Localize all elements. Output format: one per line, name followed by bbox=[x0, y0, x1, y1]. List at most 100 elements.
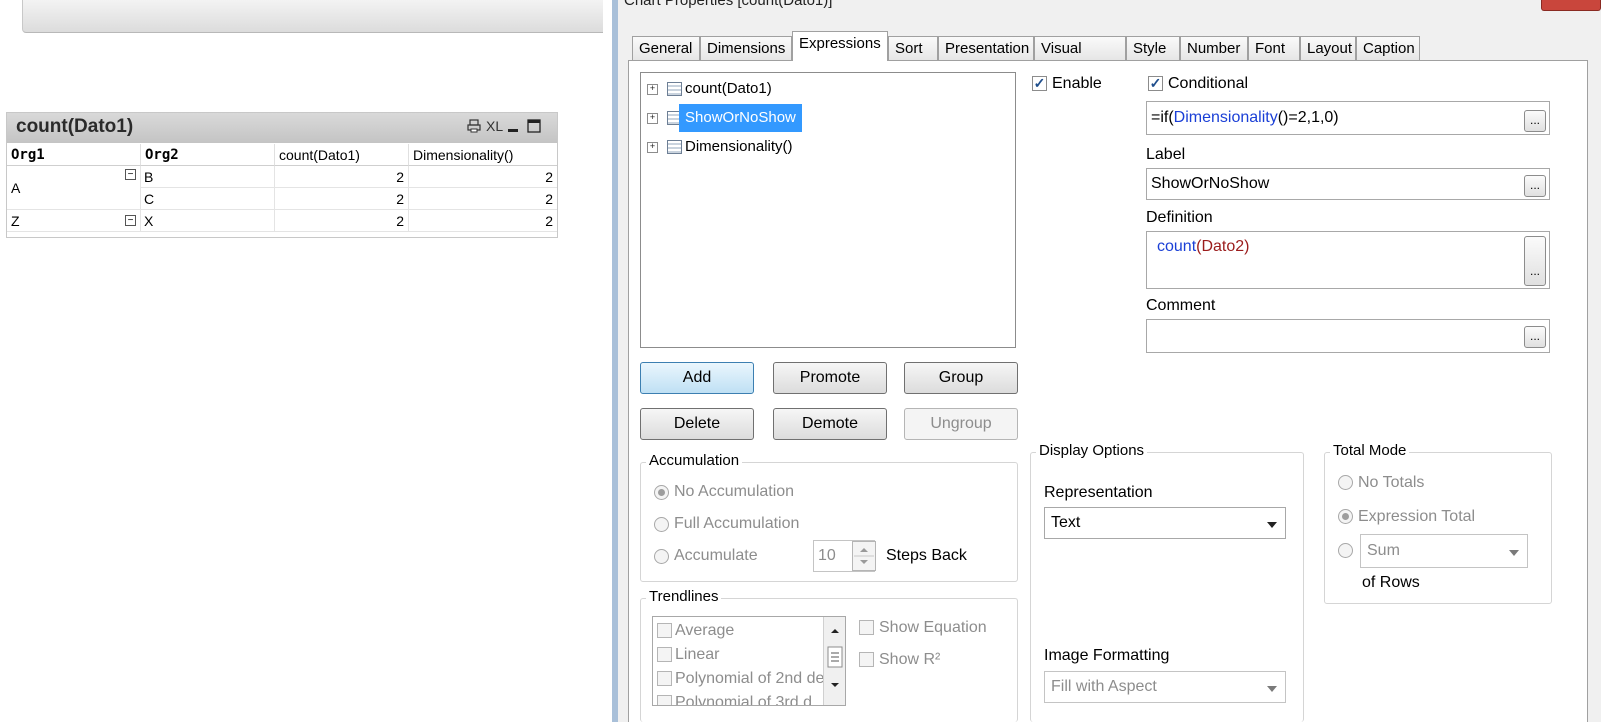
xl-icon[interactable]: XL bbox=[486, 118, 503, 134]
show-equation-checkbox[interactable] bbox=[859, 620, 874, 635]
expression-label-selected: ShowOrNoShow bbox=[679, 104, 802, 132]
table-icon bbox=[667, 82, 682, 96]
representation-label: Representation bbox=[1044, 484, 1153, 501]
trendline-label: Polynomial of 2nd de bbox=[675, 670, 825, 687]
trendline-checkbox[interactable] bbox=[657, 695, 672, 705]
table-title: count(Dato1) bbox=[16, 116, 134, 137]
label-field[interactable]: ShowOrNoShow bbox=[1146, 168, 1550, 200]
tab-number[interactable]: Number bbox=[1180, 36, 1248, 60]
label-title: Label bbox=[1146, 146, 1186, 163]
no-accumulation-radio[interactable] bbox=[654, 485, 669, 500]
comment-field[interactable] bbox=[1146, 319, 1550, 353]
steps-back-label: Steps Back bbox=[886, 547, 967, 564]
accumulate-label: Accumulate bbox=[674, 547, 758, 564]
no-totals-label: No Totals bbox=[1358, 474, 1425, 491]
tab-font[interactable]: Font bbox=[1248, 36, 1300, 60]
expand-icon[interactable]: + bbox=[647, 84, 658, 95]
maximize-icon[interactable] bbox=[527, 119, 541, 136]
display-options-title: Display Options bbox=[1036, 442, 1148, 459]
image-formatting-select[interactable]: Fill with Aspect bbox=[1044, 671, 1286, 703]
trendline-list[interactable]: Average Linear Polynomial of 2nd de Poly… bbox=[652, 616, 846, 706]
expand-icon[interactable]: + bbox=[647, 113, 658, 124]
add-button[interactable]: Add bbox=[640, 362, 754, 394]
table-cell-count: 2 bbox=[275, 210, 409, 232]
dialog-title: Chart Properties [count(Dato1)] bbox=[624, 0, 833, 9]
accumulate-radio[interactable] bbox=[654, 549, 669, 564]
trendline-checkbox[interactable] bbox=[657, 647, 672, 662]
expression-list[interactable]: + count(Dato1) + ShowOrNoShow + Dimensio… bbox=[640, 72, 1016, 348]
tab-presentation[interactable]: Presentation bbox=[938, 36, 1034, 60]
conditional-expr-prefix: =if( bbox=[1151, 109, 1174, 126]
expression-total-radio[interactable] bbox=[1338, 509, 1353, 524]
conditional-expression-field[interactable]: =if(Dimensionality()=2,1,0) bbox=[1146, 101, 1550, 135]
col-header-count[interactable]: count(Dato1) bbox=[275, 144, 409, 166]
trendline-label: Average bbox=[675, 622, 735, 639]
promote-button[interactable]: Promote bbox=[773, 362, 887, 394]
steps-spinner[interactable] bbox=[852, 541, 876, 571]
expression-total-label: Expression Total bbox=[1358, 508, 1476, 525]
close-icon[interactable] bbox=[1541, 0, 1601, 11]
conditional-ellipsis-button[interactable]: ... bbox=[1524, 110, 1546, 132]
print-icon[interactable] bbox=[467, 119, 481, 136]
representation-value: Text bbox=[1051, 514, 1081, 531]
no-totals-radio[interactable] bbox=[1338, 475, 1353, 490]
table-icon bbox=[667, 140, 682, 154]
tab-style[interactable]: Style bbox=[1126, 36, 1180, 60]
trendline-label: Linear bbox=[675, 646, 720, 663]
tab-visual-cues[interactable]: Visual Cues bbox=[1034, 36, 1126, 81]
col-header-dimensionality[interactable]: Dimensionality() bbox=[409, 144, 557, 166]
tab-caption[interactable]: Caption bbox=[1356, 36, 1420, 60]
trendline-checkbox[interactable] bbox=[657, 623, 672, 638]
chevron-down-icon bbox=[1267, 686, 1277, 692]
image-formatting-label: Image Formatting bbox=[1044, 647, 1170, 664]
collapse-icon[interactable]: − bbox=[125, 215, 136, 226]
collapse-icon[interactable]: − bbox=[125, 169, 136, 180]
enable-checkbox[interactable]: ✓ bbox=[1032, 76, 1047, 91]
minimize-icon[interactable] bbox=[507, 119, 519, 136]
group-button[interactable]: Group bbox=[904, 362, 1018, 394]
definition-title: Definition bbox=[1146, 209, 1213, 226]
conditional-label: Conditional bbox=[1168, 75, 1249, 92]
demote-button[interactable]: Demote bbox=[773, 408, 887, 440]
label-ellipsis-button[interactable]: ... bbox=[1524, 175, 1546, 197]
show-r2-checkbox[interactable] bbox=[859, 652, 874, 667]
straight-table-box[interactable]: count(Dato1) XL Org1 Org2 count(Dato1) D… bbox=[6, 112, 558, 238]
conditional-checkbox[interactable]: ✓ bbox=[1148, 76, 1163, 91]
tab-layout[interactable]: Layout bbox=[1300, 36, 1356, 60]
comment-ellipsis-button[interactable]: ... bbox=[1524, 326, 1546, 348]
definition-field[interactable]: count(Dato2) bbox=[1146, 231, 1550, 289]
definition-ellipsis-button[interactable]: ... bbox=[1524, 236, 1546, 286]
tab-dimensions[interactable]: Dimensions bbox=[700, 36, 792, 60]
delete-button[interactable]: Delete bbox=[640, 408, 754, 440]
tab-general[interactable]: General bbox=[632, 36, 700, 60]
definition-function: count bbox=[1157, 238, 1197, 255]
full-accumulation-radio[interactable] bbox=[654, 517, 669, 532]
trendline-scrollbar[interactable] bbox=[823, 617, 845, 705]
table-cell-dimensionality: 2 bbox=[409, 166, 557, 188]
tab-sort[interactable]: Sort bbox=[888, 36, 938, 60]
aggregation-radio[interactable] bbox=[1338, 543, 1353, 558]
representation-select[interactable]: Text bbox=[1044, 507, 1286, 539]
expand-icon[interactable]: + bbox=[647, 142, 658, 153]
no-accumulation-label: No Accumulation bbox=[674, 483, 795, 500]
ungroup-button[interactable]: Ungroup bbox=[904, 408, 1018, 440]
chevron-down-icon bbox=[1509, 550, 1519, 556]
table-caption-bar[interactable]: count(Dato1) XL bbox=[7, 113, 557, 143]
show-equation-label: Show Equation bbox=[879, 619, 987, 636]
col-header-org2[interactable]: Org2 bbox=[141, 144, 275, 166]
table-cell-count: 2 bbox=[275, 166, 409, 188]
trendlines-title: Trendlines bbox=[646, 588, 722, 605]
tab-expressions[interactable]: Expressions bbox=[792, 31, 888, 61]
col-header-org1[interactable]: Org1 bbox=[7, 144, 141, 166]
table-cell-org2: B bbox=[141, 166, 275, 188]
conditional-expr-function: Dimensionality bbox=[1173, 109, 1278, 126]
aggregation-select[interactable]: Sum bbox=[1360, 534, 1528, 568]
full-accumulation-label: Full Accumulation bbox=[674, 515, 800, 532]
accumulation-title: Accumulation bbox=[646, 452, 743, 469]
image-formatting-value: Fill with Aspect bbox=[1051, 678, 1157, 695]
table-cell-org2: X bbox=[141, 210, 275, 232]
trendline-label: Polynomial of 3rd d bbox=[675, 694, 812, 706]
enable-label: Enable bbox=[1052, 75, 1102, 92]
trendline-checkbox[interactable] bbox=[657, 671, 672, 686]
definition-argument: Dato2 bbox=[1201, 238, 1245, 255]
